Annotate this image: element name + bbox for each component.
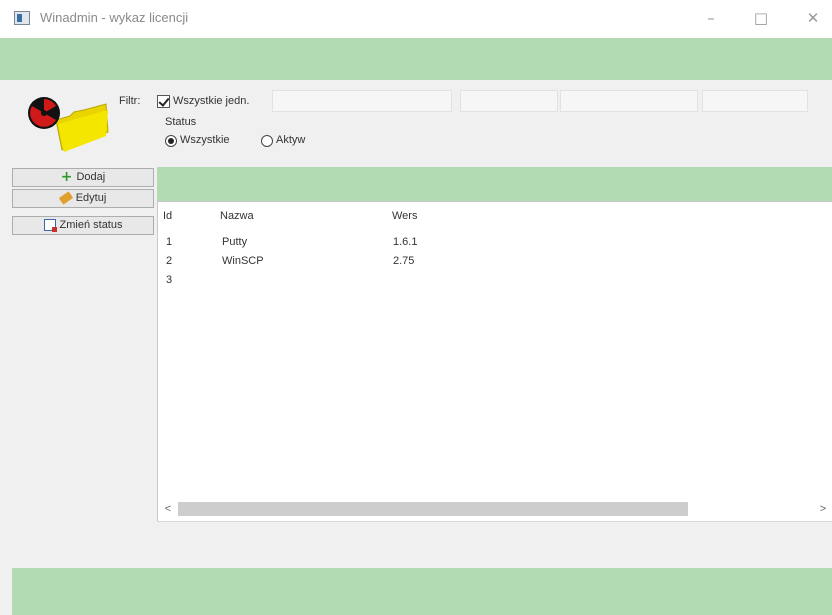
minimize-button[interactable]: – — [696, 6, 726, 30]
window-title: Winadmin - wykaz licencji — [40, 10, 189, 25]
status-radio-active[interactable] — [261, 135, 273, 147]
status-radio-active-label[interactable]: Aktyw — [276, 134, 305, 146]
add-button-label: Dodaj — [76, 171, 106, 183]
table-row-1-id[interactable]: 1 — [166, 236, 172, 248]
scrollbar-thumb[interactable] — [178, 502, 688, 516]
app-logo — [28, 97, 109, 152]
table-row-2-name[interactable]: WinSCP — [222, 255, 264, 267]
table-row-1-version[interactable]: 1.6.1 — [393, 236, 417, 248]
edit-button[interactable]: Edytuj — [12, 189, 154, 208]
status-bar — [12, 568, 832, 615]
pencil-icon — [58, 191, 73, 205]
table-caption-band — [157, 167, 832, 201]
column-header-name[interactable]: Nazwa — [220, 210, 254, 222]
status-radio-all-label[interactable]: Wszystkie — [180, 134, 230, 146]
license-table[interactable] — [157, 201, 832, 521]
column-header-version[interactable]: Wers — [392, 210, 417, 222]
folder-icon — [55, 103, 109, 152]
edit-button-label: Edytuj — [75, 192, 107, 204]
scroll-right-arrow[interactable]: > — [816, 501, 830, 517]
scroll-left-arrow[interactable]: < — [161, 501, 175, 517]
status-radio-all[interactable] — [165, 135, 177, 147]
toolbar-band — [0, 38, 832, 80]
add-button[interactable]: + Dodaj — [12, 168, 154, 187]
column-header-id[interactable]: Id — [163, 210, 172, 222]
filter-input-2[interactable] — [460, 90, 558, 112]
filter-input-1[interactable] — [272, 90, 452, 112]
maximize-button[interactable]: □ — [746, 6, 776, 30]
all-units-checkbox-label[interactable]: Wszystkie jedn. — [173, 95, 249, 107]
filter-input-3[interactable] — [560, 90, 698, 112]
filter-input-4[interactable] — [702, 90, 808, 112]
table-row-2-version[interactable]: 2.75 — [393, 255, 414, 267]
change-status-button[interactable]: Zmień status — [12, 216, 154, 235]
close-button[interactable]: ✕ — [798, 6, 828, 30]
table-row-3-id[interactable]: 3 — [166, 274, 172, 286]
table-row-2-id[interactable]: 2 — [166, 255, 172, 267]
app-window-icon — [14, 11, 30, 25]
plus-icon: + — [60, 169, 73, 186]
filter-label: Filtr: — [119, 95, 141, 107]
document-status-icon — [43, 219, 57, 233]
table-row-1-name[interactable]: Putty — [222, 236, 247, 248]
status-group-label: Status — [165, 116, 197, 128]
radiation-icon — [28, 97, 60, 129]
all-units-checkbox[interactable] — [157, 95, 170, 108]
change-status-button-label: Zmień status — [59, 219, 123, 231]
table-footer-area — [157, 521, 832, 568]
